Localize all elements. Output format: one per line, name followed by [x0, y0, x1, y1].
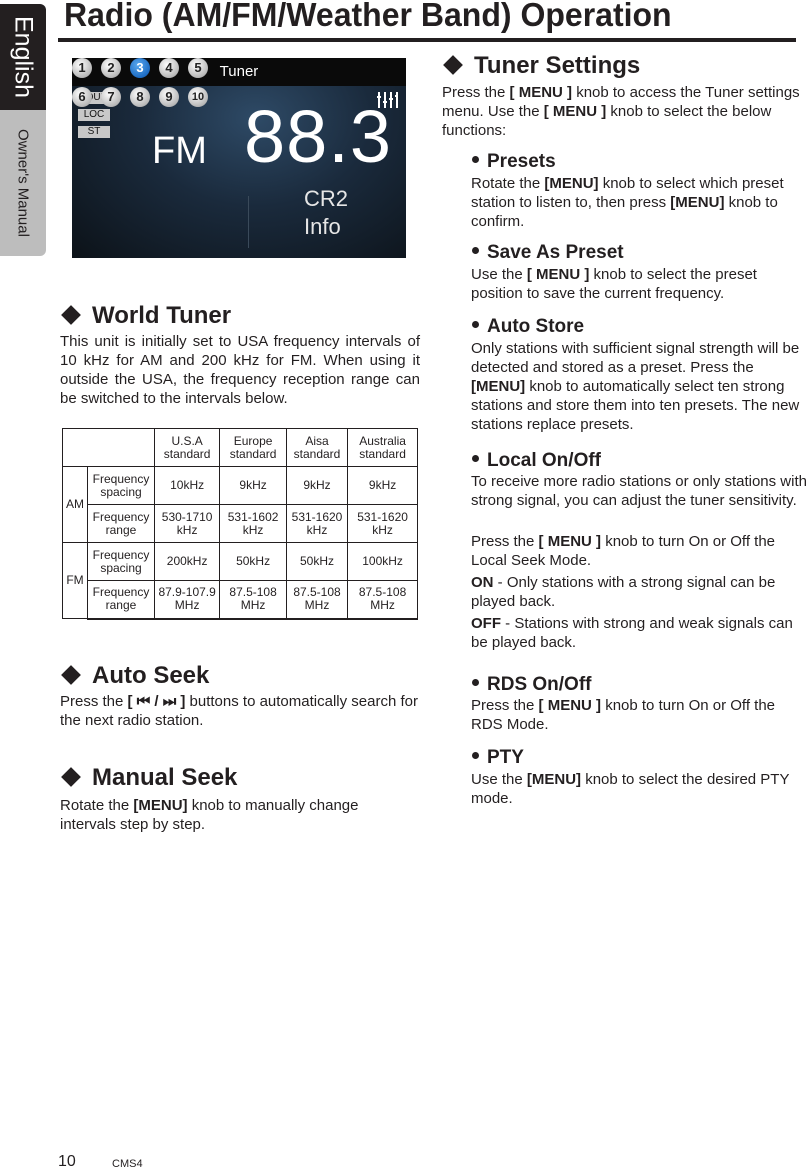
auto-seek-heading: Auto Seek — [60, 662, 209, 690]
save-as-preset-body: Use the [ MENU ] knob to select the pres… — [471, 266, 757, 302]
table-row: Frequency range 87.9-107.9 MHz 87.5-108 … — [63, 580, 418, 620]
cell: 9kHz — [285, 466, 349, 505]
language-tab: English — [0, 4, 46, 110]
local-on-off-press: Press the [ MENU ] knob to turn On or Of… — [471, 533, 776, 569]
rds-on-off-heading: RDS On/Off — [472, 674, 592, 696]
table-row: FM Frequency spacing 200kHz 50kHz 50kHz … — [62, 542, 418, 619]
cell: 200kHz — [153, 542, 221, 581]
cell: 531-1620 kHz — [347, 504, 418, 543]
frequency-display: 88.3 — [244, 95, 393, 178]
screen-divider — [248, 196, 249, 248]
title-rule — [58, 38, 796, 42]
row-label: Frequency range — [87, 580, 155, 620]
cell: 530-1710 kHz — [153, 504, 221, 543]
row-label: Frequency spacing — [87, 542, 155, 581]
preset-2-icon: 2 — [101, 58, 121, 78]
auto-store-body: Only stations with sufficient signal str… — [471, 340, 800, 433]
tuner-screen-image: Tuner LOUD LOC ST FM 88.3 1 2 3 4 5 6 7 8 9 10 CR… — [72, 58, 406, 258]
auto-seek-body: Press the [ ⏮ / ⏭ ] buttons to automatic… — [60, 693, 418, 729]
bullet-icon — [472, 679, 479, 687]
preset-1-icon: 1 — [72, 58, 92, 78]
cell: 9kHz — [219, 466, 287, 505]
manual-tab: Owner's Manual — [0, 110, 46, 256]
header-usa: U.S.A standard — [153, 428, 221, 467]
manual-seek-heading: Manual Seek — [60, 764, 237, 792]
preset-8-icon: 8 — [130, 87, 150, 107]
preset-4-icon: 4 — [159, 58, 179, 78]
table-header-row: U.S.A standard Europe standard Aisa stan… — [62, 428, 418, 467]
local-on-off-heading: Local On/Off — [472, 450, 601, 472]
cell: 87.5-108 MHz — [285, 580, 349, 620]
cell: 10kHz — [153, 466, 221, 505]
cell: 87.5-108 MHz — [347, 580, 418, 620]
presets-body: Rotate the [MENU] knob to select which p… — [471, 175, 784, 230]
cell: 87.9-107.9 MHz — [153, 580, 221, 620]
preset-10-icon: 10 — [188, 87, 208, 107]
station-name: CR2 — [304, 186, 349, 211]
page-number: 10 — [58, 1153, 76, 1170]
local-off-description: OFF - Stations with strong and weak sign… — [471, 615, 793, 651]
badge-st: ST — [78, 126, 110, 138]
bullet-icon — [472, 752, 479, 760]
bullet-icon — [472, 247, 479, 255]
bullet-icon — [472, 156, 479, 164]
table-row: Frequency range 530-1710 kHz 531-1602 kH… — [63, 504, 418, 543]
preset-3-icon: 3 — [130, 58, 150, 78]
world-tuner-heading: World Tuner — [60, 302, 231, 330]
world-tuner-body: This unit is initially set to USA freque… — [60, 333, 420, 407]
band-cell-fm: FM — [62, 542, 88, 619]
row-label: Frequency range — [87, 504, 155, 543]
info-label: Info — [304, 214, 341, 239]
cell: 50kHz — [219, 542, 287, 581]
frequency-table: U.S.A standard Europe standard Aisa stan… — [62, 428, 418, 620]
header-europe: Europe standard — [219, 428, 287, 467]
local-on-off-body: To receive more radio stations or only s… — [471, 473, 807, 509]
diamond-icon — [443, 55, 463, 76]
table-corner — [62, 428, 155, 467]
save-as-preset-heading: Save As Preset — [472, 242, 624, 264]
screen-title: Tuner — [72, 58, 406, 86]
cell: 531-1602 kHz — [219, 504, 287, 543]
manual-seek-body: Rotate the [MENU] knob to manually chang… — [60, 797, 359, 833]
preset-6-icon: 6 — [72, 87, 92, 107]
pty-body: Use the [MENU] knob to select the desire… — [471, 771, 790, 807]
table-row: AM Frequency spacing 10kHz 9kHz 9kHz 9kH… — [62, 466, 418, 543]
seek-buttons-key: [ ⏮ / ⏭ ] — [127, 693, 186, 710]
rds-on-off-body: Press the [ MENU ] knob to turn On or Of… — [471, 697, 776, 733]
cell: 50kHz — [285, 542, 349, 581]
language-label: English — [9, 16, 38, 98]
tuner-settings-intro: Press the [ MENU ] knob to access the Tu… — [442, 84, 800, 139]
local-on-description: ON - Only stations with a strong signal … — [471, 574, 776, 610]
preset-5-icon: 5 — [188, 58, 208, 78]
manual-label: Owner's Manual — [14, 129, 32, 237]
row-label: Frequency spacing — [87, 466, 155, 505]
page-title: Radio (AM/FM/Weather Band) Operation — [64, 0, 672, 33]
cell: 87.5-108 MHz — [219, 580, 287, 620]
diamond-icon — [61, 767, 81, 788]
equalizer-icon — [377, 92, 398, 108]
band-cell-am: AM — [62, 466, 88, 543]
cell: 531-1620 kHz — [285, 504, 349, 543]
header-asia: Aisa standard — [285, 428, 349, 467]
presets-heading: Presets — [472, 151, 556, 173]
model-label: CMS4 — [112, 1158, 143, 1170]
diamond-icon — [61, 665, 81, 686]
cell: 9kHz — [347, 466, 418, 505]
auto-store-heading: Auto Store — [472, 316, 584, 338]
tuner-settings-heading: Tuner Settings — [442, 52, 640, 80]
preset-9-icon: 9 — [159, 87, 179, 107]
band-label: FM — [152, 130, 207, 172]
badge-loc: LOC — [78, 109, 110, 121]
preset-7-icon: 7 — [101, 87, 121, 107]
pty-heading: PTY — [472, 747, 524, 769]
cell: 100kHz — [347, 542, 418, 581]
diamond-icon — [61, 305, 81, 326]
bullet-icon — [472, 455, 479, 463]
bullet-icon — [472, 321, 479, 329]
header-australia: Australia standard — [347, 428, 418, 467]
